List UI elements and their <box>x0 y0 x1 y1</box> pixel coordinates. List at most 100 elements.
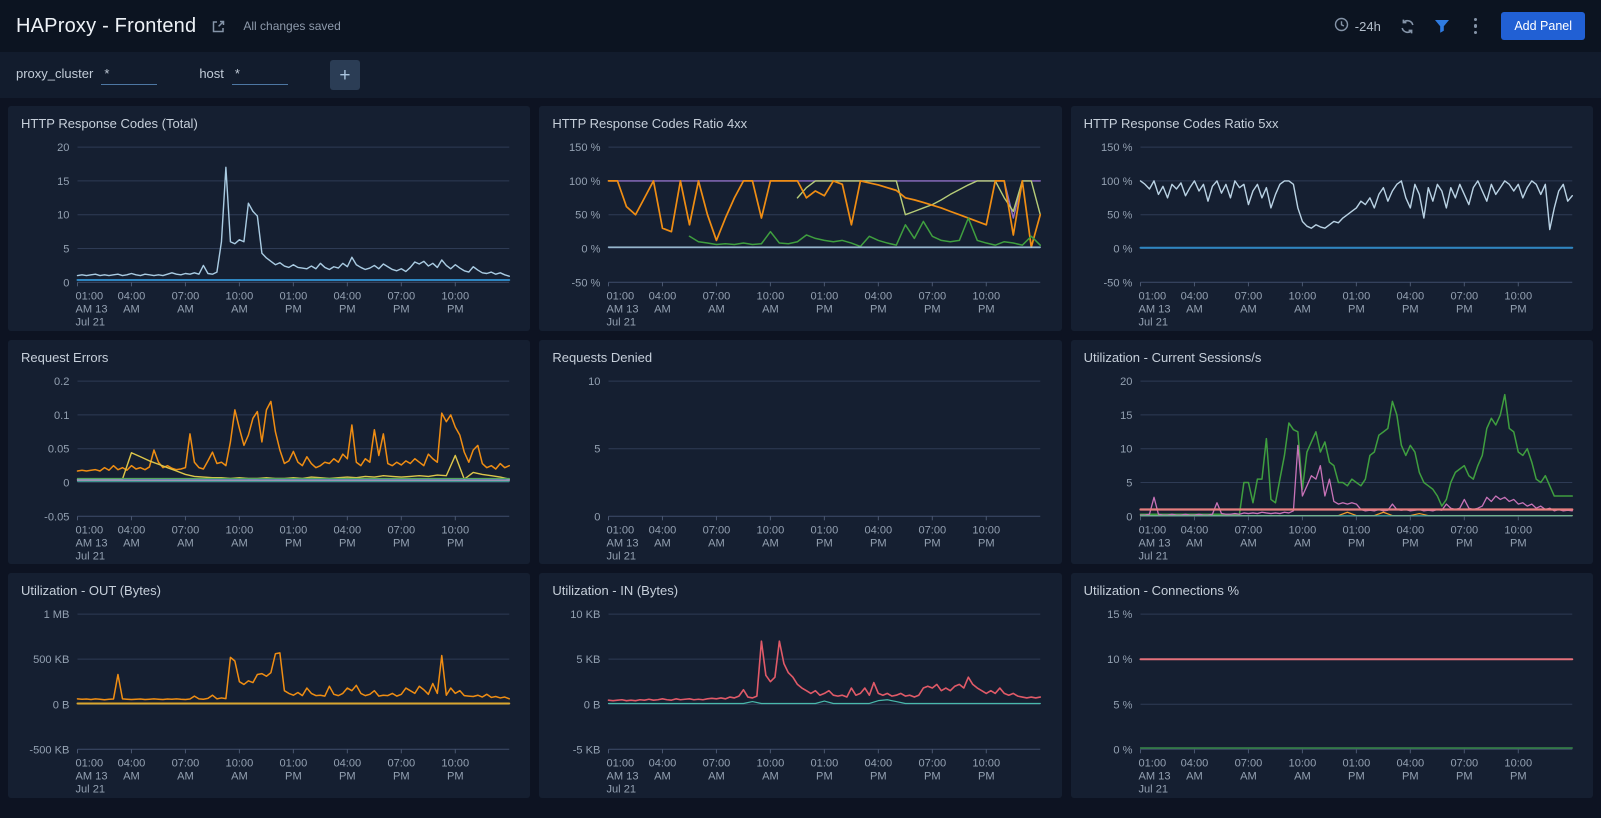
panel-title: Request Errors <box>21 350 517 365</box>
svg-text:10:00: 10:00 <box>441 758 469 770</box>
svg-text:AM: AM <box>1294 304 1311 316</box>
svg-text:07:00: 07:00 <box>1450 524 1478 536</box>
svg-text:0.2: 0.2 <box>54 376 69 388</box>
svg-text:50 %: 50 % <box>575 210 600 222</box>
svg-text:AM: AM <box>1240 304 1257 316</box>
svg-text:04:00: 04:00 <box>865 758 893 770</box>
chart-utilization-connections-pct[interactable]: 15 %10 %5 %0 %01:00AM 13Jul 2104:00AM07:… <box>1084 602 1580 796</box>
svg-text:AM 13: AM 13 <box>1138 537 1170 549</box>
svg-text:04:00: 04:00 <box>1180 290 1208 302</box>
svg-text:01:00: 01:00 <box>280 524 308 536</box>
svg-text:PM: PM <box>1402 771 1419 783</box>
chart-utilization-current-sessions[interactable]: 2015105001:00AM 13Jul 2104:00AM07:00AM10… <box>1084 369 1580 563</box>
svg-text:04:00: 04:00 <box>118 524 146 536</box>
filter-value-input[interactable]: * <box>232 66 288 85</box>
svg-text:AM 13: AM 13 <box>607 771 639 783</box>
svg-text:Jul 21: Jul 21 <box>1138 784 1168 796</box>
svg-text:PM: PM <box>1456 304 1473 316</box>
filter-value-input[interactable]: * <box>101 66 157 85</box>
edit-dashboard-icon[interactable] <box>210 18 227 35</box>
time-range-label: -24h <box>1355 19 1381 34</box>
svg-text:0 B: 0 B <box>584 700 601 712</box>
svg-text:PM: PM <box>1348 771 1365 783</box>
svg-text:10:00: 10:00 <box>1288 524 1316 536</box>
svg-text:PM: PM <box>1402 304 1419 316</box>
svg-text:PM: PM <box>285 537 302 549</box>
filter-label: host <box>199 66 224 81</box>
chart-http-response-codes-total[interactable]: 2015105001:00AM 13Jul 2104:00AM07:00AM10… <box>21 135 517 329</box>
chart-http-response-codes-ratio-5xx[interactable]: 150 %100 %50 %0 %-50 %01:00AM 13Jul 2104… <box>1084 135 1580 329</box>
svg-text:PM: PM <box>1348 537 1365 549</box>
svg-text:0: 0 <box>595 511 601 523</box>
svg-text:5: 5 <box>1126 477 1132 489</box>
add-panel-button[interactable]: Add Panel <box>1501 12 1585 40</box>
svg-text:04:00: 04:00 <box>333 524 361 536</box>
svg-text:04:00: 04:00 <box>1180 758 1208 770</box>
svg-text:10:00: 10:00 <box>226 524 254 536</box>
svg-text:04:00: 04:00 <box>1396 290 1424 302</box>
kebab-menu-icon[interactable] <box>1468 16 1484 37</box>
svg-text:-0.05: -0.05 <box>44 511 69 523</box>
svg-text:07:00: 07:00 <box>1234 524 1262 536</box>
svg-text:01:00: 01:00 <box>1138 524 1166 536</box>
svg-text:AM: AM <box>762 304 779 316</box>
panel-http-response-codes-ratio-4xx: HTTP Response Codes Ratio 4xx 150 %100 %… <box>539 106 1061 331</box>
svg-text:10:00: 10:00 <box>973 290 1001 302</box>
chart-requests-denied[interactable]: 105001:00AM 13Jul 2104:00AM07:00AM10:00A… <box>552 369 1048 563</box>
svg-text:PM: PM <box>447 771 464 783</box>
svg-text:AM: AM <box>654 304 671 316</box>
svg-text:PM: PM <box>924 537 941 549</box>
svg-text:AM: AM <box>1186 304 1203 316</box>
chart-request-errors[interactable]: 0.20.10.050-0.0501:00AM 13Jul 2104:00AM0… <box>21 369 517 563</box>
add-filter-button[interactable]: + <box>330 60 360 90</box>
svg-text:01:00: 01:00 <box>75 758 103 770</box>
refresh-icon[interactable] <box>1399 18 1416 35</box>
filter-icon[interactable] <box>1434 19 1450 34</box>
svg-text:10:00: 10:00 <box>226 758 254 770</box>
chart-utilization-in-bytes[interactable]: 10 KB5 KB0 B-5 KB01:00AM 13Jul 2104:00AM… <box>552 602 1048 796</box>
svg-text:0 %: 0 % <box>1113 244 1132 256</box>
svg-text:10:00: 10:00 <box>1504 524 1532 536</box>
time-range-button[interactable]: -24h <box>1334 17 1381 35</box>
svg-text:Jul 21: Jul 21 <box>75 550 105 562</box>
svg-text:0.05: 0.05 <box>48 443 70 455</box>
svg-text:01:00: 01:00 <box>75 524 103 536</box>
svg-text:-50 %: -50 % <box>572 277 601 289</box>
svg-text:01:00: 01:00 <box>1138 290 1166 302</box>
svg-text:PM: PM <box>285 771 302 783</box>
clock-icon <box>1334 17 1349 35</box>
svg-text:01:00: 01:00 <box>811 758 839 770</box>
svg-text:AM 13: AM 13 <box>75 771 107 783</box>
svg-text:AM: AM <box>231 304 248 316</box>
svg-text:1 MB: 1 MB <box>44 610 70 622</box>
svg-text:AM: AM <box>762 771 779 783</box>
panel-requests-denied: Requests Denied 105001:00AM 13Jul 2104:0… <box>539 340 1061 565</box>
svg-text:10:00: 10:00 <box>757 290 785 302</box>
svg-text:PM: PM <box>339 771 356 783</box>
svg-text:01:00: 01:00 <box>607 758 635 770</box>
svg-text:AM 13: AM 13 <box>607 304 639 316</box>
svg-text:PM: PM <box>393 537 410 549</box>
svg-text:AM: AM <box>708 537 725 549</box>
svg-text:Jul 21: Jul 21 <box>607 550 637 562</box>
svg-text:10:00: 10:00 <box>441 524 469 536</box>
svg-text:150 %: 150 % <box>1101 142 1133 154</box>
svg-text:01:00: 01:00 <box>75 290 103 302</box>
svg-text:01:00: 01:00 <box>811 524 839 536</box>
svg-text:Jul 21: Jul 21 <box>75 784 105 796</box>
svg-text:AM: AM <box>231 537 248 549</box>
panel-title: HTTP Response Codes Ratio 5xx <box>1084 116 1580 131</box>
svg-text:07:00: 07:00 <box>172 758 200 770</box>
chart-utilization-out-bytes[interactable]: 1 MB500 KB0 B-500 KB01:00AM 13Jul 2104:0… <box>21 602 517 796</box>
svg-text:PM: PM <box>1402 537 1419 549</box>
chart-http-response-codes-ratio-4xx[interactable]: 150 %100 %50 %0 %-50 %01:00AM 13Jul 2104… <box>552 135 1048 329</box>
svg-text:01:00: 01:00 <box>607 524 635 536</box>
svg-text:PM: PM <box>1348 304 1365 316</box>
svg-text:AM: AM <box>708 304 725 316</box>
svg-text:AM: AM <box>231 771 248 783</box>
svg-text:AM 13: AM 13 <box>1138 304 1170 316</box>
svg-text:PM: PM <box>978 304 995 316</box>
panel-title: HTTP Response Codes Ratio 4xx <box>552 116 1048 131</box>
svg-text:07:00: 07:00 <box>919 524 947 536</box>
svg-text:10:00: 10:00 <box>1504 290 1532 302</box>
